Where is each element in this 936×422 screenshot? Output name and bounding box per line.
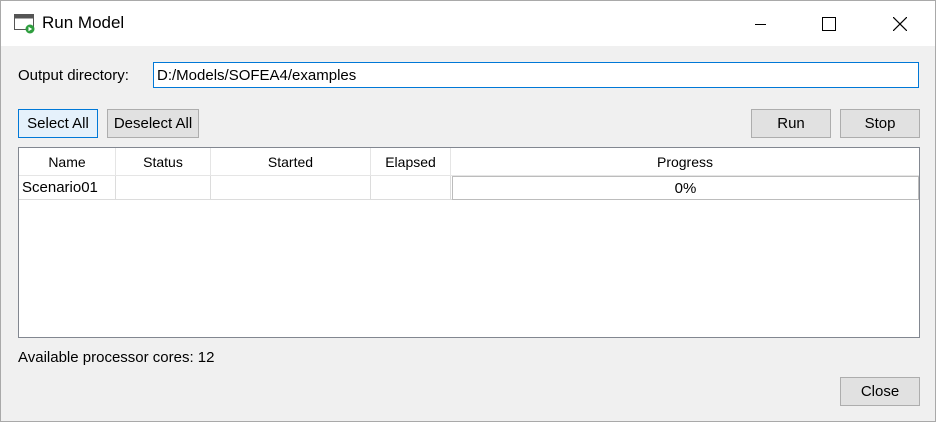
output-directory-input[interactable] xyxy=(153,62,919,88)
minimize-icon xyxy=(755,23,766,25)
close-window-button[interactable] xyxy=(877,1,923,46)
processor-cores-label: Available processor cores: 12 xyxy=(18,349,215,366)
column-header-name[interactable]: Name xyxy=(19,148,116,176)
column-header-status[interactable]: Status xyxy=(116,148,211,176)
cell-name[interactable]: Scenario01 xyxy=(19,176,116,200)
select-all-button[interactable]: Select All xyxy=(18,109,98,138)
title-bar: Run Model xyxy=(1,1,935,46)
window-title: Run Model xyxy=(42,13,125,32)
stop-button[interactable]: Stop xyxy=(840,109,920,138)
run-model-dialog: Run Model Output directory: Select All D… xyxy=(0,0,936,422)
deselect-all-button[interactable]: Deselect All xyxy=(107,109,199,138)
cell-elapsed[interactable] xyxy=(371,176,451,200)
window-app-icon xyxy=(14,14,35,34)
scenario-table[interactable]: Name Status Started Elapsed Progress Sce… xyxy=(18,147,920,338)
table-row[interactable]: Scenario01 0% xyxy=(19,176,919,200)
column-header-elapsed[interactable]: Elapsed xyxy=(371,148,451,176)
progress-bar: 0% xyxy=(452,176,919,200)
table-header: Name Status Started Elapsed Progress xyxy=(19,148,919,176)
cell-status[interactable] xyxy=(116,176,211,200)
close-icon xyxy=(893,16,907,31)
output-directory-label: Output directory: xyxy=(18,67,129,84)
minimize-button[interactable] xyxy=(738,1,784,46)
run-button[interactable]: Run xyxy=(751,109,831,138)
column-header-progress[interactable]: Progress xyxy=(451,148,919,176)
maximize-button[interactable] xyxy=(806,1,852,46)
close-button[interactable]: Close xyxy=(840,377,920,406)
maximize-icon xyxy=(822,16,836,31)
cell-started[interactable] xyxy=(211,176,371,200)
column-header-started[interactable]: Started xyxy=(211,148,371,176)
